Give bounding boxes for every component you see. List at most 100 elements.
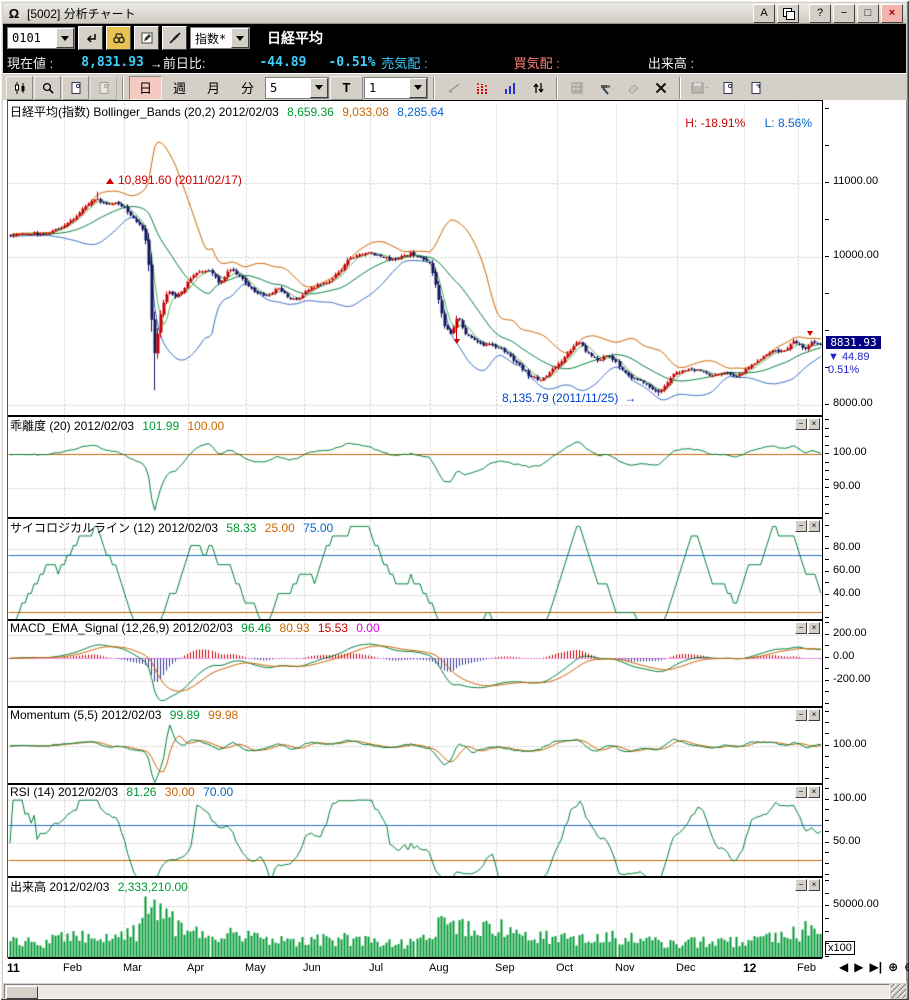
delete-icon[interactable] — [647, 76, 674, 100]
macd-header: MACD_EMA_Signal (12,26,9) 2012/02/03 96.… — [10, 621, 385, 635]
submit-button[interactable] — [78, 26, 103, 50]
x-axis-month-label: Jun — [303, 962, 321, 974]
x-axis-month-label: Jul — [369, 962, 383, 974]
axis-tick — [825, 428, 829, 429]
zoom-in-icon[interactable]: ⊕ — [888, 960, 898, 974]
panel-close-button[interactable]: × — [808, 622, 820, 634]
axis-tick — [825, 778, 829, 779]
new-page-icon[interactable] — [62, 76, 89, 100]
chart-nav-controls: ◀ ▶ ▶| ⊕ ⊖ — [839, 960, 909, 974]
scrollbar-thumb[interactable] — [6, 986, 38, 999]
help-button[interactable]: ? — [809, 4, 831, 23]
axis-tick-label: 100.00 — [833, 738, 867, 750]
main-price-panel: 日経平均(指数) Bollinger_Bands (20,2) 2012/02/… — [8, 103, 822, 415]
settings-icon[interactable] — [591, 76, 618, 100]
period-daily-button[interactable]: 日 — [129, 76, 162, 100]
deviation-title: 乖離度 (20) 2012/02/03 — [10, 419, 134, 433]
resize-grip[interactable] — [891, 984, 906, 998]
zoom-icon[interactable] — [34, 76, 61, 100]
font-size-button[interactable]: A — [753, 4, 775, 23]
grid-icon[interactable] — [563, 76, 590, 100]
axis-tick — [825, 680, 829, 681]
page-export-icon[interactable] — [742, 76, 769, 100]
axis-tick — [825, 905, 829, 906]
main-chart-canvas[interactable] — [8, 103, 822, 415]
symbol-code-value: 0101 — [8, 31, 45, 45]
axis-tick — [825, 852, 829, 853]
panel-minimize-button[interactable]: − — [795, 520, 807, 532]
period-minute-button[interactable]: 分 — [231, 76, 264, 100]
ask-label: 売気配 : — [381, 53, 427, 72]
chevron-down-icon[interactable] — [231, 28, 249, 48]
sort-arrows-icon[interactable] — [524, 76, 551, 100]
category-combobox[interactable]: 指数* — [190, 27, 250, 49]
panel-close-button[interactable]: × — [808, 786, 820, 798]
horizontal-scrollbar[interactable] — [3, 982, 906, 999]
scroll-right-icon[interactable]: ▶ — [854, 960, 863, 974]
duplicate-window-button[interactable] — [777, 4, 799, 23]
draw-line-icon[interactable] — [440, 76, 467, 100]
axis-tick — [825, 874, 829, 875]
panel-minimize-button[interactable]: − — [795, 709, 807, 721]
panel-window-buttons: − × — [795, 786, 820, 798]
high-marker-icon — [106, 178, 114, 184]
axis-tick — [825, 767, 829, 768]
scrollbar-track[interactable] — [4, 984, 890, 999]
axis-tick — [825, 419, 829, 420]
clear-memo-button[interactable] — [162, 26, 187, 50]
minimize-button[interactable]: − — [833, 4, 855, 23]
axis-tick — [825, 453, 829, 454]
axis-tick-label: 10000.00 — [833, 249, 879, 261]
axis-tick — [825, 548, 829, 549]
copy-page-icon[interactable] — [90, 76, 117, 100]
axis-tick — [825, 956, 829, 957]
period-monthly-button[interactable]: 月 — [197, 76, 230, 100]
scroll-end-icon[interactable]: ▶| — [869, 960, 882, 974]
scroll-left-icon[interactable]: ◀ — [839, 960, 848, 974]
psychological-title: サイコロジカルライン (12) 2012/02/03 — [10, 521, 218, 535]
panel-minimize-button[interactable]: − — [795, 622, 807, 634]
red-bars-icon[interactable] — [468, 76, 495, 100]
binoculars-icon — [112, 31, 126, 45]
panel-minimize-button[interactable]: − — [795, 786, 807, 798]
zoom-out-icon[interactable]: ⊖ — [904, 960, 909, 974]
line-width-select[interactable]: 1 — [364, 77, 428, 99]
axis-tick-label: 8000.00 — [833, 397, 873, 409]
axis-tick-label: 60.00 — [833, 564, 861, 576]
panel-close-button[interactable]: × — [808, 418, 820, 430]
candlestick-icon[interactable] — [6, 76, 33, 100]
axis-tick — [825, 918, 829, 919]
bollinger-upper-value: 9,033.08 — [342, 105, 389, 119]
save-icon[interactable] — [686, 76, 713, 100]
axis-tick — [825, 559, 829, 560]
axis-tick — [825, 634, 829, 635]
panel-close-button[interactable]: × — [808, 520, 820, 532]
maximize-button[interactable]: □ — [857, 4, 879, 23]
change-percent-value: -0.51% — [328, 55, 375, 70]
chevron-down-icon[interactable] — [56, 28, 74, 48]
eraser-icon[interactable] — [619, 76, 646, 100]
close-button[interactable]: × — [881, 4, 903, 23]
bar-width-select[interactable]: 5 — [265, 77, 329, 99]
panel-minimize-button[interactable]: − — [795, 879, 807, 891]
symbol-search-button[interactable] — [106, 26, 131, 50]
quote-bar: 現在値 : 8,831.93 →前日比: -44.89 -0.51% 売気配 :… — [3, 52, 906, 75]
symbol-code-combobox[interactable]: 0101 — [7, 27, 75, 49]
page-add-icon[interactable] — [714, 76, 741, 100]
chevron-down-icon[interactable] — [409, 78, 427, 98]
blue-bars-icon[interactable] — [496, 76, 523, 100]
axis-tick — [825, 842, 829, 843]
titlebar[interactable]: Ω [5002] 分析チャート A ? − □ × — [3, 3, 906, 24]
panel-minimize-button[interactable]: − — [795, 418, 807, 430]
axis-tick — [825, 108, 829, 109]
text-tool-button[interactable]: T — [330, 76, 363, 100]
panel-close-button[interactable]: × — [808, 879, 820, 891]
period-weekly-button[interactable]: 週 — [163, 76, 196, 100]
panel-close-button[interactable]: × — [808, 709, 820, 721]
chevron-down-icon[interactable] — [310, 78, 328, 98]
edit-memo-button[interactable] — [134, 26, 159, 50]
axis-tick — [825, 820, 829, 821]
axis-tick — [825, 462, 829, 463]
axis-tick — [825, 582, 829, 583]
high-percent-label: H: -18.91% — [685, 116, 745, 130]
